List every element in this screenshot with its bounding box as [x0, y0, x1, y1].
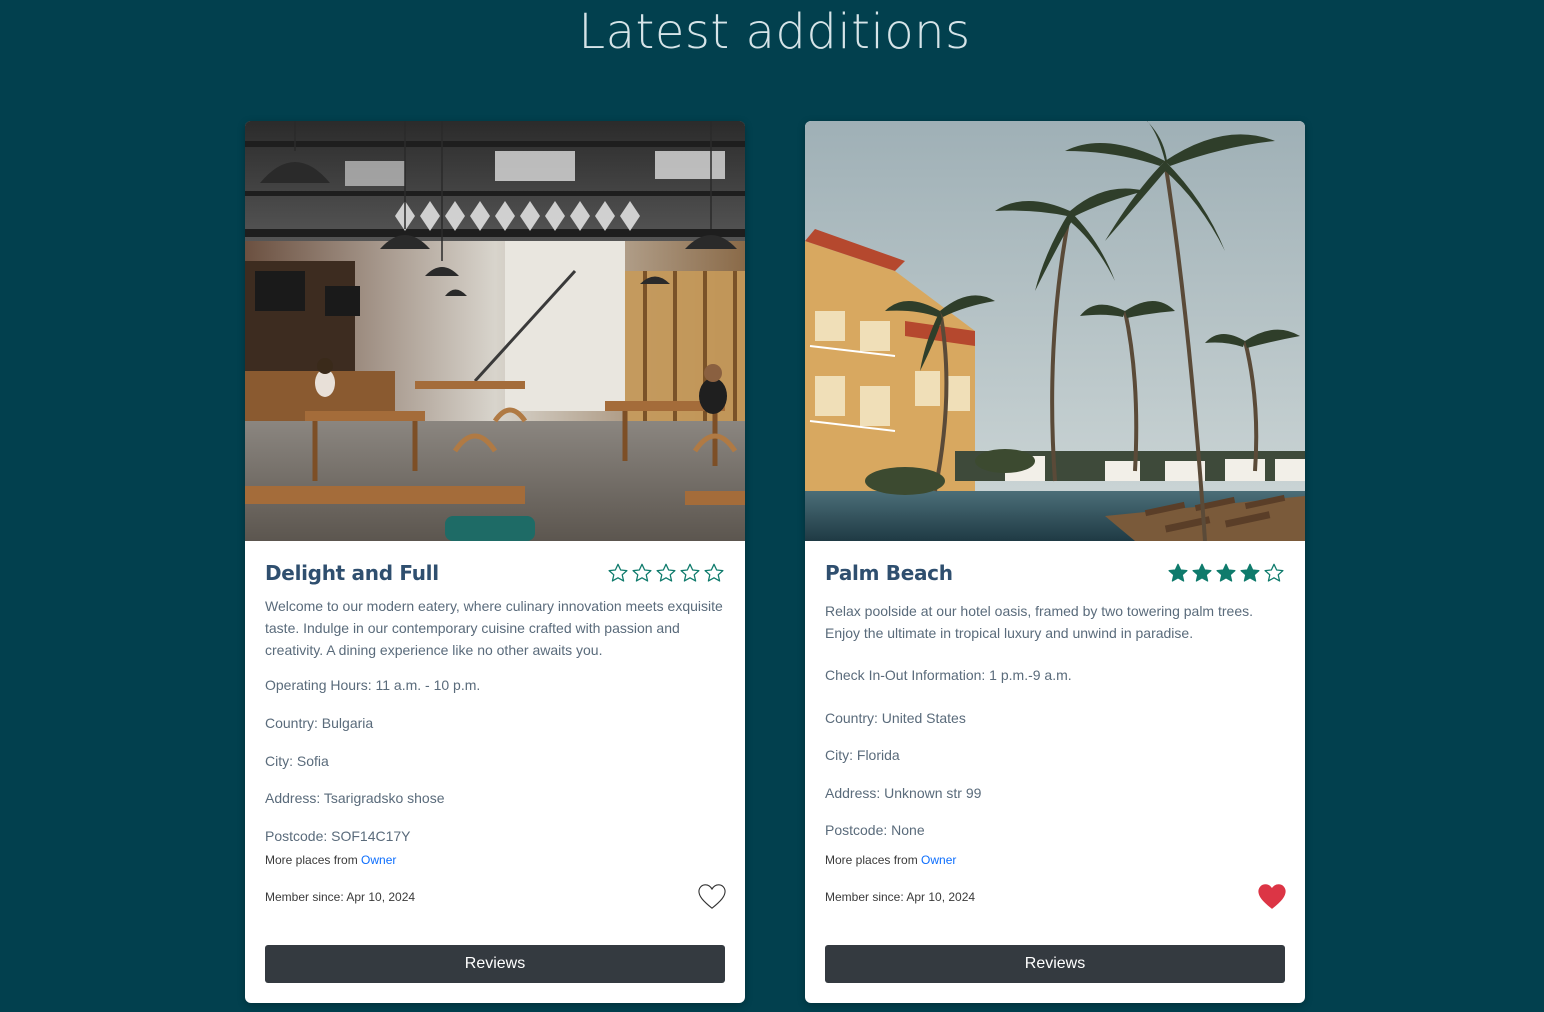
restaurant-interior-image: [245, 121, 745, 541]
rating-stars: [607, 562, 725, 584]
place-title[interactable]: Palm Beach: [825, 561, 953, 585]
operating-hours: Operating Hours: 11 a.m. - 10 p.m.: [265, 677, 481, 693]
country: Country: Bulgaria: [265, 715, 374, 731]
more-places-label: More places from: [825, 853, 918, 867]
check-in-out: Check In-Out Information: 1 p.m.-9 a.m.: [825, 667, 1072, 683]
place-title[interactable]: Delight and Full: [265, 561, 439, 585]
address: Address: Tsarigradsko shose: [265, 790, 445, 806]
country: Country: United States: [825, 710, 966, 726]
star-empty-icon: [656, 563, 676, 582]
star-filled-icon: [1216, 563, 1236, 582]
place-description: Welcome to our modern eatery, where culi…: [265, 598, 723, 658]
heart-filled-icon: [1258, 884, 1286, 909]
city: City: Sofia: [265, 753, 329, 769]
rating-stars: [1167, 562, 1285, 584]
star-empty-icon: [608, 563, 628, 582]
member-since: Member since: Apr 10, 2024: [265, 890, 416, 904]
hotel-pool-image: [805, 121, 1305, 541]
reviews-button[interactable]: Reviews: [265, 945, 725, 983]
star-empty-icon: [704, 563, 724, 582]
place-card-delight-and-full: Delight and Full Welcome to our modern e…: [245, 121, 745, 1003]
more-places-line: More places from Owner: [265, 853, 396, 867]
heart-outline-icon: [698, 884, 726, 909]
more-places-label: More places from: [265, 853, 358, 867]
star-filled-icon: [1168, 563, 1188, 582]
address: Address: Unknown str 99: [825, 785, 982, 801]
city: City: Florida: [825, 747, 900, 763]
star-filled-icon: [1192, 563, 1212, 582]
postcode: Postcode: None: [825, 822, 925, 838]
owner-link[interactable]: Owner: [921, 853, 956, 867]
star-filled-icon: [1240, 563, 1260, 582]
place-description: Relax poolside at our hotel oasis, frame…: [825, 603, 1253, 641]
owner-link[interactable]: Owner: [361, 853, 396, 867]
more-places-line: More places from Owner: [825, 853, 956, 867]
postcode: Postcode: SOF14C17Y: [265, 828, 411, 844]
page-title: Latest additions: [578, 4, 971, 60]
member-since: Member since: Apr 10, 2024: [825, 890, 976, 904]
favorite-toggle[interactable]: [697, 883, 727, 911]
favorite-toggle[interactable]: [1257, 883, 1287, 911]
star-empty-icon: [680, 563, 700, 582]
star-empty-icon: [632, 563, 652, 582]
place-card-palm-beach: Palm Beach Relax poolside at our hotel o…: [805, 121, 1305, 1003]
reviews-button[interactable]: Reviews: [825, 945, 1285, 983]
star-empty-icon: [1264, 563, 1284, 582]
